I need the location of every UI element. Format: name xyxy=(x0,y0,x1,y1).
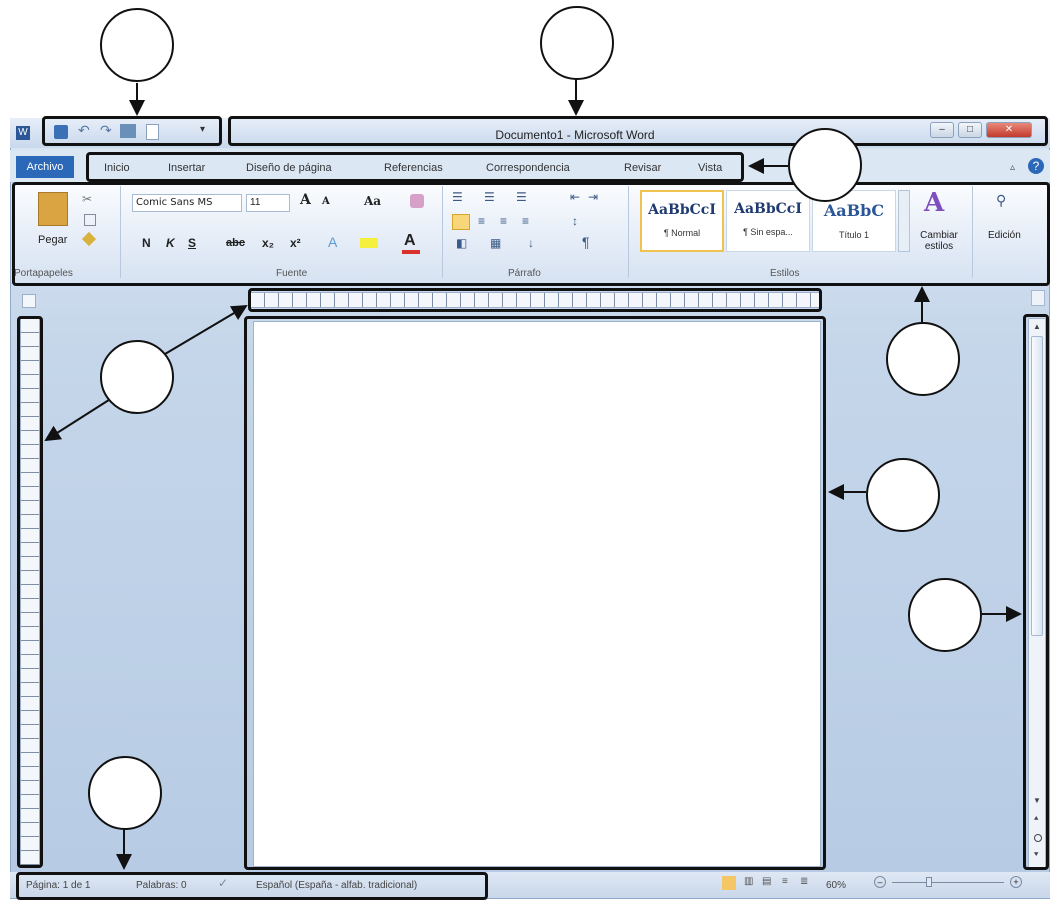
callout-circle-status-bar xyxy=(88,756,162,830)
arrow-horizontal-ruler xyxy=(164,304,248,355)
callout-circle-quick-access xyxy=(100,8,174,82)
callout-arrows xyxy=(44,78,1022,870)
callout-circle-rulers xyxy=(100,340,174,414)
callout-circle-title-bar xyxy=(540,6,614,80)
callout-circle-ribbon xyxy=(886,322,960,396)
arrow-vertical-ruler xyxy=(44,397,113,442)
callout-circle-document-page xyxy=(866,458,940,532)
callout-circle-scrollbar xyxy=(908,578,982,652)
callout-circle-ribbon-tabs xyxy=(788,128,862,202)
